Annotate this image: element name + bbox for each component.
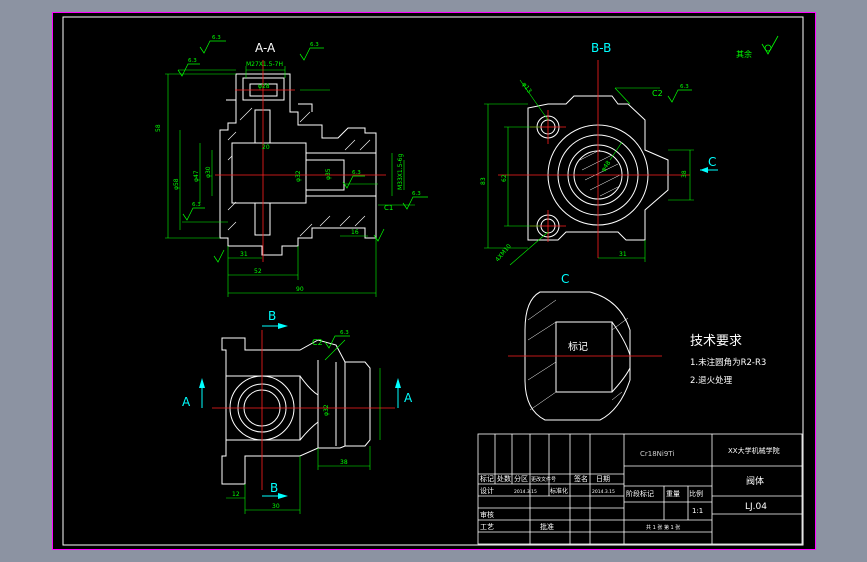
- tech-req-item-1: 1.未注圆角为R2-R3: [690, 357, 766, 368]
- tb-scale: 1:1: [692, 507, 703, 515]
- arrow-b-bottom-label: B: [270, 481, 278, 495]
- section-aa-view: A-A M27X1.5-7H 58 φ28 φ58 φ47 φ30 φ32 φ3…: [155, 35, 428, 297]
- tb-header-4: 签名: [574, 474, 588, 483]
- dim-aa-width: 20: [262, 144, 270, 151]
- section-arrow-a-right: A: [395, 378, 413, 408]
- front-view: 12 30 38 φ32 C2 6.3 A A B B: [182, 309, 413, 514]
- dim-aa-phi35: φ35: [325, 168, 332, 180]
- roughness-value-3: 6.3: [310, 42, 319, 48]
- chamfer-c1-label: C1: [384, 204, 393, 212]
- dim-aa-bottom-31: 31: [240, 251, 248, 258]
- cad-drawing-canvas: A-A M27X1.5-7H 58 φ28 φ58 φ47 φ30 φ32 φ3…: [62, 16, 804, 546]
- tech-requirements: 技术要求 1.未注圆角为R2-R3 2.退火处理: [690, 334, 766, 386]
- dim-bb-phi48: φ48: [600, 159, 612, 173]
- dim-aa-phi58: φ58: [173, 178, 180, 190]
- section-bb-view: B-B 83 62 31 38 4XM10 φ13 φ48 C2 6.3 C: [480, 41, 718, 266]
- dim-front-phi32: φ32: [323, 404, 330, 416]
- dim-aa-phi28: φ28: [258, 83, 270, 90]
- roughness-note: 其余: [736, 35, 779, 59]
- tb-standard-label: 标准化: [550, 487, 568, 495]
- tb-header-1: 处数: [497, 474, 511, 483]
- tb-standard-date: 2014.3.15: [592, 489, 615, 495]
- tb-process-label: 工艺: [480, 523, 494, 531]
- tb-drawing-no: LJ.04: [745, 502, 767, 512]
- dim-front-left-12: 12: [232, 491, 240, 498]
- dim-aa-phi30: φ30: [205, 166, 212, 178]
- tb-review-label: 审核: [480, 510, 494, 519]
- chamfer-c2-front: C2: [312, 338, 323, 347]
- dim-aa-thread-top: M27X1.5-7H: [246, 61, 283, 68]
- arrow-a-left-label: A: [182, 395, 191, 409]
- tb-scale-label: 比例: [689, 489, 703, 498]
- tb-sheet-info: 共 1 张 第 1 张: [646, 524, 680, 531]
- view-c-arrow: C: [700, 155, 718, 173]
- roughness-value-front: 6.3: [340, 330, 349, 336]
- view-c: C 标记: [508, 272, 662, 421]
- title-block: Cr18Ni9Ti XX大学机械学院 阀体 LJ.04 标记 处数 分区 更改文…: [477, 433, 803, 545]
- tb-part-name: 阀体: [746, 475, 764, 487]
- dim-aa-right-16: 16: [351, 229, 359, 236]
- arrow-b-top-label: B: [268, 309, 276, 323]
- tb-header-2: 分区: [514, 474, 528, 483]
- cad-viewport[interactable]: A-A M27X1.5-7H 58 φ28 φ58 φ47 φ30 φ32 φ3…: [0, 0, 867, 562]
- section-arrow-b-top: B: [262, 309, 288, 329]
- tb-material: Cr18Ni9Ti: [640, 450, 674, 458]
- arrow-a-right-label: A: [404, 391, 413, 405]
- section-arrow-a-left: A: [182, 378, 205, 409]
- tb-stage-label: 阶段标记: [626, 489, 654, 498]
- dim-bb-height-left: 83: [480, 177, 487, 185]
- dim-aa-left-height: 58: [155, 124, 162, 132]
- roughness-value-1: 6.3: [212, 35, 221, 41]
- tb-header-3: 更改文件号: [531, 476, 556, 483]
- tech-req-title: 技术要求: [690, 334, 742, 349]
- roughness-value-6: 6.3: [352, 170, 361, 176]
- section-arrow-b-bottom: B: [262, 481, 288, 499]
- section-aa-title: A-A: [255, 41, 276, 55]
- dim-bb-right: 38: [681, 170, 688, 178]
- dim-bb-hole: 4XM10: [494, 243, 513, 264]
- tb-header-5: 日期: [596, 475, 610, 483]
- tb-design-date: 2014.3.15: [514, 489, 537, 495]
- tb-approve-label: 批准: [540, 522, 554, 531]
- chamfer-c2-bb: C2: [652, 89, 663, 98]
- tb-institute: XX大学机械学院: [728, 446, 780, 455]
- tb-weight-label: 重量: [666, 490, 680, 498]
- arrow-c-label: C: [708, 155, 716, 169]
- roughness-value-5: 6.3: [412, 191, 421, 197]
- view-c-title: C: [561, 272, 569, 286]
- roughness-value-bb: 6.3: [680, 84, 689, 90]
- marking-label: 标记: [568, 341, 588, 353]
- dim-aa-bottom-52: 52: [254, 268, 262, 275]
- dim-aa-phi32: φ32: [295, 170, 302, 182]
- tech-req-item-2: 2.退火处理: [690, 375, 733, 386]
- roughness-value-4: 6.3: [192, 202, 201, 208]
- dim-bb-bottom: 31: [619, 251, 627, 258]
- dim-bb-phi13: φ13: [520, 81, 532, 95]
- dim-bb-height-inner: 62: [501, 174, 508, 182]
- tb-design-label: 设计: [480, 486, 494, 495]
- dim-aa-bottom-90: 90: [296, 286, 304, 293]
- section-bb-title: B-B: [591, 41, 611, 55]
- roughness-value-2: 6.3: [188, 58, 197, 64]
- roughness-note-text: 其余: [736, 49, 752, 59]
- dim-front-bottom-38: 38: [340, 459, 348, 466]
- dim-front-bottom-30: 30: [272, 503, 280, 510]
- dim-aa-thread-right: M33X1.5-6g: [397, 154, 404, 190]
- tb-header-0: 标记: [480, 474, 494, 483]
- dim-aa-phi47: φ47: [193, 170, 200, 182]
